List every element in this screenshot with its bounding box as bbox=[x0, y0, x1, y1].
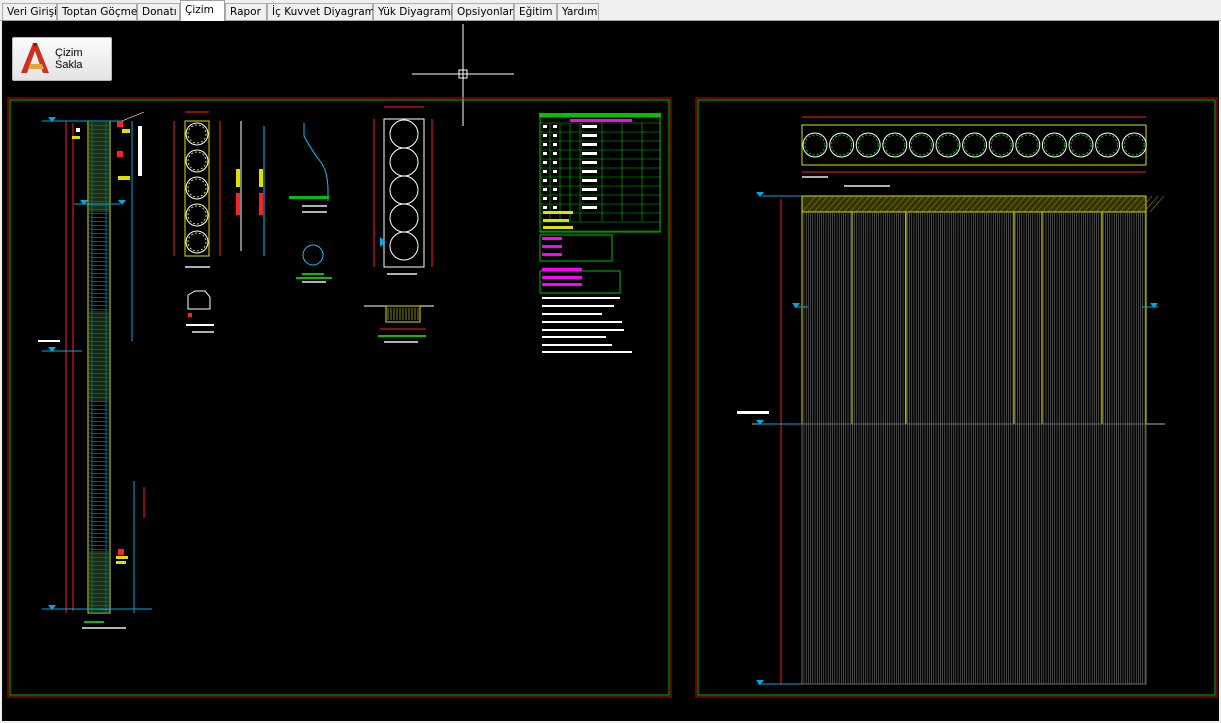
tab-veri-girisi[interactable]: Veri Girişi bbox=[2, 3, 57, 20]
reinforcement-table bbox=[539, 113, 661, 353]
save-drawing-button[interactable]: Çizim Sakla bbox=[12, 37, 112, 81]
tab-egitim[interactable]: Eğitim bbox=[514, 3, 557, 20]
wall-elevation bbox=[737, 185, 1165, 685]
stirrup-detail bbox=[186, 290, 214, 333]
main-tab-bar: Veri Girişi Toptan Göçme Donatı Çizim Ra… bbox=[0, 0, 1221, 21]
tab-cizim[interactable]: Çizim bbox=[180, 0, 225, 21]
crosshair-cursor bbox=[412, 24, 514, 126]
save-drawing-label: Çizim Sakla bbox=[55, 47, 83, 71]
rebar-details bbox=[236, 121, 332, 283]
section-5-large-circles bbox=[373, 106, 433, 275]
section-5-circles bbox=[173, 111, 221, 268]
tab-donati[interactable]: Donatı bbox=[137, 3, 180, 20]
autocad-icon bbox=[18, 40, 52, 79]
tab-ic-kuvvet-diyagrami[interactable]: İç Kuvvet Diyagramı bbox=[267, 3, 378, 20]
tab-yuk-diyagrami[interactable]: Yük Diyagramı bbox=[373, 3, 454, 20]
footing-detail bbox=[364, 305, 434, 343]
wall-plan-section bbox=[801, 116, 1147, 178]
drawing-canvas[interactable]: Çizim Sakla bbox=[2, 21, 1219, 721]
right-sheet-frame bbox=[695, 97, 1218, 698]
tab-rapor[interactable]: Rapor bbox=[225, 3, 267, 20]
cad-drawing bbox=[7, 24, 1218, 698]
tab-yardim[interactable]: Yardım bbox=[557, 3, 599, 20]
pile-elevation bbox=[38, 111, 152, 629]
tab-opsiyonlar[interactable]: Opsiyonlar bbox=[452, 3, 514, 20]
tab-toptan-gocme[interactable]: Toptan Göçme bbox=[57, 3, 137, 20]
